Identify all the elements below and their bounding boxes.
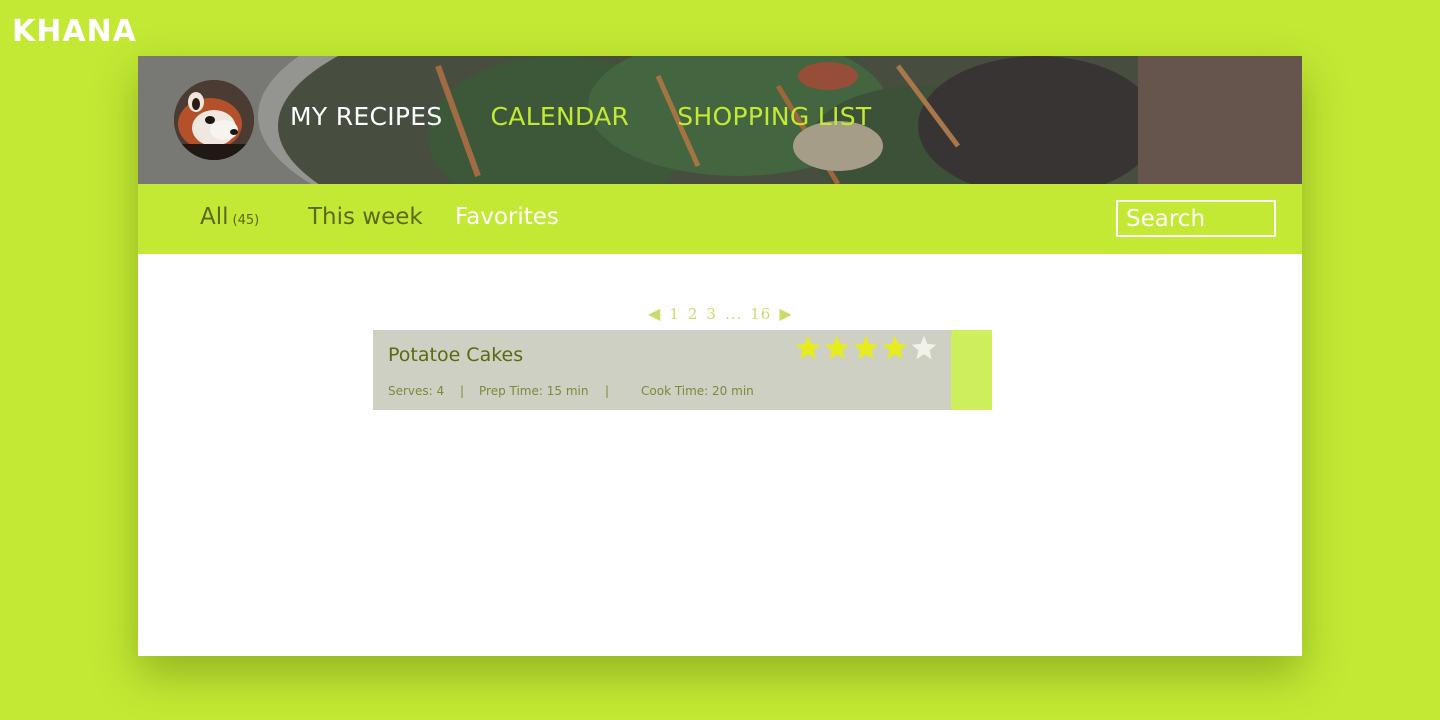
page-link-3[interactable]: 3 xyxy=(706,305,717,323)
header-banner: MY RECIPES CALENDAR SHOPPING LIST xyxy=(138,56,1302,184)
avatar[interactable] xyxy=(174,80,254,160)
nav-calendar[interactable]: CALENDAR xyxy=(491,102,630,131)
page-link-1[interactable]: 1 xyxy=(669,305,680,323)
page-link-last[interactable]: 16 xyxy=(750,305,771,323)
recipe-card[interactable]: Potatoe Cakes Serves: 4 | Prep Time: 15 … xyxy=(373,330,992,410)
recipe-serves: Serves: 4 xyxy=(388,384,445,398)
tab-this-week[interactable]: This week xyxy=(308,204,423,230)
star-filled-icon[interactable] xyxy=(794,334,822,362)
filter-bar: All (45) This week Favorites xyxy=(138,184,1302,254)
tab-all-count: (45) xyxy=(232,213,260,228)
meta-separator: | xyxy=(460,384,465,398)
app-window: MY RECIPES CALENDAR SHOPPING LIST All (45… xyxy=(138,56,1302,656)
triangle-right-icon[interactable]: ▶ xyxy=(779,304,792,323)
recipe-title[interactable]: Potatoe Cakes xyxy=(388,344,523,366)
rating-stars[interactable] xyxy=(794,334,938,362)
nav-shopping-list[interactable]: SHOPPING LIST xyxy=(677,102,871,131)
star-empty-icon[interactable] xyxy=(910,334,938,362)
recipe-prep-time: Prep Time: 15 min xyxy=(479,384,589,398)
star-filled-icon[interactable] xyxy=(852,334,880,362)
tab-all[interactable]: All (45) xyxy=(200,204,259,230)
triangle-left-icon[interactable]: ◀ xyxy=(648,304,661,323)
star-filled-icon[interactable] xyxy=(823,334,851,362)
tab-all-label: All xyxy=(200,204,229,230)
main-navigation: MY RECIPES CALENDAR SHOPPING LIST xyxy=(290,102,871,131)
app-logo[interactable]: KHANA xyxy=(12,14,137,49)
pagination: ◀ 1 2 3 ... 16 ▶ xyxy=(648,304,793,323)
meta-separator: | xyxy=(605,384,610,398)
recipe-cook-time: Cook Time: 20 min xyxy=(641,384,754,398)
red-panda-avatar-image xyxy=(174,80,254,160)
page-link-2[interactable]: 2 xyxy=(688,305,699,323)
search-input[interactable] xyxy=(1116,200,1276,237)
star-filled-icon[interactable] xyxy=(881,334,909,362)
tab-favorites[interactable]: Favorites xyxy=(455,204,559,230)
recipe-card-action-strip[interactable] xyxy=(951,330,992,410)
nav-my-recipes[interactable]: MY RECIPES xyxy=(290,102,443,131)
page-ellipsis: ... xyxy=(724,304,743,323)
